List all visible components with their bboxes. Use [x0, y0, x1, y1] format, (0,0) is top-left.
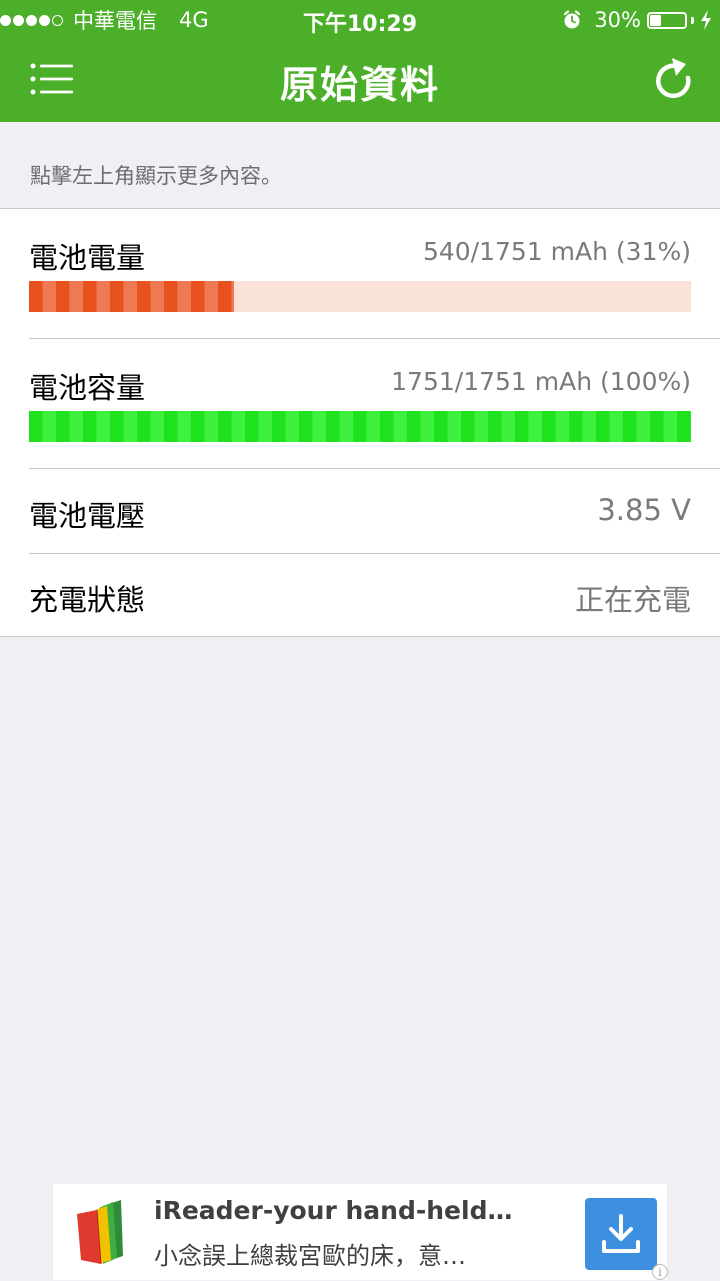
status-bar: 中華電信 4G 下午10:29 30%: [0, 0, 720, 40]
row-value: 正在充電: [574, 583, 691, 617]
battery-info-card: 電池電量 540/1751 mAh (31%) 電池容量 1751/1751 m…: [0, 208, 720, 637]
battery-icon: [647, 11, 687, 29]
row-charging-status: 充電狀態 正在充電: [29, 577, 691, 617]
battery-level-bar: [29, 281, 691, 312]
row-value: 1751/1751 mAh (100%): [391, 367, 691, 396]
row-label: 電池電壓: [29, 499, 146, 533]
row-label: 電池電量: [29, 241, 146, 275]
divider: [29, 553, 720, 554]
ad-title: iReader-your hand-held…: [154, 1196, 513, 1225]
row-value: 3.85 V: [597, 493, 691, 527]
ireader-book-icon: [77, 1200, 123, 1265]
refresh-icon[interactable]: [654, 56, 694, 102]
battery-capacity-fill: [29, 411, 691, 442]
row-battery-capacity: 電池容量 1751/1751 mAh (100%): [29, 365, 691, 445]
alarm-icon: [564, 10, 581, 29]
ad-subtitle: 小念誤上總裁宮歐的床，意…: [154, 1242, 466, 1270]
info-icon[interactable]: i: [652, 1264, 668, 1280]
status-right: 30%: [562, 6, 712, 34]
battery-percent: 30%: [594, 8, 641, 32]
battery-level-fill: [29, 281, 235, 312]
battery-nub: [691, 16, 694, 24]
charging-bolt-icon: [701, 10, 711, 30]
navigation-bar: 原始資料: [0, 40, 720, 122]
download-icon: [602, 1214, 640, 1253]
app-header: 中華電信 4G 下午10:29 30% 原始資料: [0, 0, 720, 122]
battery-capacity-bar: [29, 411, 691, 442]
row-label: 電池容量: [29, 371, 146, 405]
divider: [29, 468, 720, 469]
row-label: 充電狀態: [29, 583, 146, 617]
ad-banner[interactable]: iReader-your hand-held… 小念誤上總裁宮歐的床，意…: [53, 1184, 667, 1280]
row-value: 540/1751 mAh (31%): [422, 237, 691, 266]
divider: [29, 338, 720, 339]
row-battery-level: 電池電量 540/1751 mAh (31%): [29, 235, 691, 315]
page-title: 原始資料: [279, 63, 440, 107]
hint-text: 點擊左上角顯示更多內容。: [30, 164, 282, 188]
download-button[interactable]: [585, 1198, 657, 1270]
row-battery-voltage: 電池電壓 3.85 V: [29, 493, 691, 533]
